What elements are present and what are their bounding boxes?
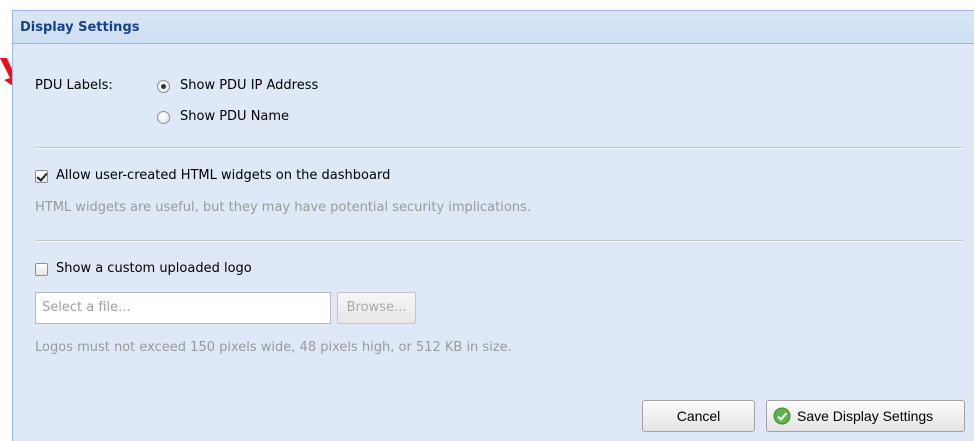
custom-logo-label[interactable]: Show a custom uploaded logo [56,261,252,276]
radio-show-pdu-name[interactable] [157,111,170,124]
radio-label-show-pdu-name[interactable]: Show PDU Name [180,109,289,124]
save-button-label: Save Display Settings [797,408,934,424]
panel-header: Display Settings [13,11,974,44]
pdu-labels-label: PDU Labels: [35,78,113,93]
section-divider [35,240,963,242]
logo-size-hint: Logos must not exceed 150 pixels wide, 4… [35,340,512,355]
save-display-settings-button[interactable]: Save Display Settings [766,400,965,432]
logo-file-input[interactable]: Select a file... [35,292,331,324]
check-circle-icon [773,407,791,425]
panel-title: Display Settings [20,20,140,35]
display-settings-panel: Display Settings PDU Labels: Show PDU IP… [12,10,974,441]
cancel-button[interactable]: Cancel [642,400,755,432]
html-widgets-label[interactable]: Allow user-created HTML widgets on the d… [56,168,390,183]
radio-selected-dot [161,84,166,89]
html-widgets-checkbox[interactable] [35,170,48,183]
html-widgets-hint: HTML widgets are useful, but they may ha… [35,200,531,215]
radio-show-pdu-ip[interactable] [157,80,170,93]
checkmark-icon [36,170,48,182]
custom-logo-checkbox[interactable] [35,263,48,276]
section-divider [35,147,963,149]
browse-button[interactable]: Browse... [337,292,416,324]
screenshot-stage: Display Settings PDU Labels: Show PDU IP… [0,0,974,441]
radio-label-show-pdu-ip[interactable]: Show PDU IP Address [180,78,318,93]
